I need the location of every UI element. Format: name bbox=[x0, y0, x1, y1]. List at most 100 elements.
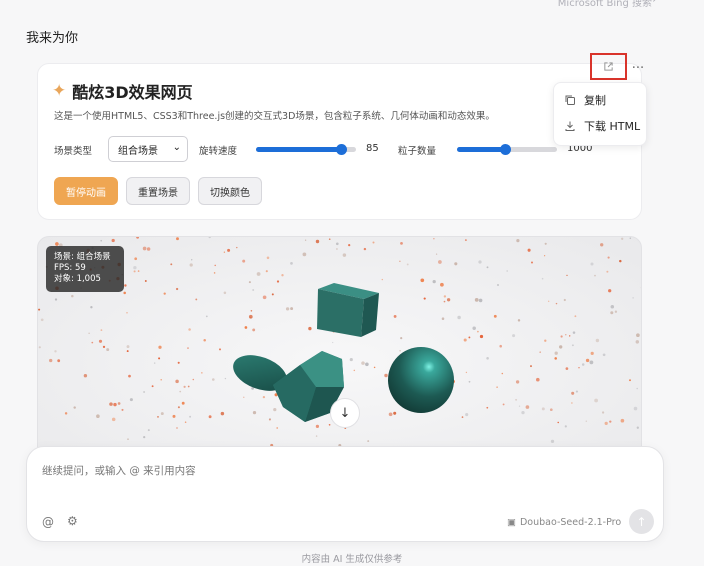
particle bbox=[223, 251, 226, 253]
composer-input[interactable]: 继续提问，或输入 @ 来引用内容 bbox=[42, 463, 196, 478]
particle bbox=[147, 429, 150, 432]
particle bbox=[176, 237, 179, 241]
scene-type-select[interactable]: 组合场景 ⌄ bbox=[108, 136, 188, 162]
particle bbox=[641, 240, 642, 241]
particle bbox=[433, 238, 435, 240]
particle bbox=[128, 374, 131, 378]
particle bbox=[252, 289, 255, 291]
particle bbox=[636, 426, 639, 429]
particle bbox=[73, 406, 76, 409]
send-button[interactable]: ↑ bbox=[629, 509, 654, 534]
sparkle-icon: ✦ bbox=[52, 80, 67, 101]
rotation-slider-thumb[interactable] bbox=[336, 144, 347, 155]
particle bbox=[189, 263, 193, 267]
particle bbox=[181, 401, 185, 405]
particle bbox=[151, 385, 154, 388]
particle bbox=[54, 350, 57, 353]
particle bbox=[544, 242, 547, 245]
particle bbox=[175, 287, 179, 291]
particle bbox=[594, 274, 596, 277]
arrow-down-icon: ↓ bbox=[339, 405, 351, 421]
particle bbox=[399, 260, 401, 262]
stats-panel: 场景: 组合场景 FPS: 59 对象: 1,005 bbox=[46, 246, 124, 292]
particle bbox=[569, 335, 571, 337]
particle bbox=[208, 415, 212, 419]
particle-slider-thumb[interactable] bbox=[500, 144, 511, 155]
particle bbox=[629, 237, 632, 239]
particle bbox=[268, 418, 271, 421]
menu-item-copy[interactable]: 复制 bbox=[564, 92, 606, 108]
particle bbox=[486, 357, 489, 360]
particle bbox=[71, 294, 74, 298]
particle bbox=[629, 379, 631, 382]
particle bbox=[201, 372, 203, 374]
rotation-speed-slider[interactable] bbox=[256, 144, 356, 155]
user-prompt: 我来为你 bbox=[26, 31, 79, 46]
scroll-down-button[interactable]: ↓ bbox=[330, 398, 360, 428]
particle bbox=[479, 334, 484, 339]
particle bbox=[620, 418, 625, 423]
particle bbox=[143, 391, 146, 393]
particle bbox=[126, 311, 128, 314]
particle bbox=[177, 406, 180, 409]
particle bbox=[281, 274, 284, 277]
particle bbox=[290, 307, 294, 311]
particle bbox=[478, 260, 482, 264]
particle bbox=[266, 256, 270, 260]
particle bbox=[571, 344, 574, 347]
particle-count-slider[interactable] bbox=[457, 144, 557, 155]
particle bbox=[315, 435, 318, 437]
particle bbox=[315, 424, 320, 429]
bing-search-hint[interactable]: Microsoft Bing 搜索 bbox=[558, 0, 652, 9]
particle bbox=[384, 373, 388, 378]
particle bbox=[400, 242, 403, 245]
particle bbox=[619, 259, 622, 263]
model-selector[interactable]: ▣ Doubao-Seed-2.1-Pro bbox=[507, 517, 621, 528]
cube-shape bbox=[317, 283, 379, 337]
pause-animation-button[interactable]: 暂停动画 bbox=[54, 177, 118, 205]
control-panel: 场景类型 组合场景 ⌄ 旋转速度 85 粒子数量 1000 bbox=[54, 136, 634, 162]
3d-scene-canvas bbox=[38, 237, 642, 465]
particle bbox=[636, 333, 640, 338]
settings-sliders-icon[interactable]: ⚙ bbox=[67, 514, 78, 528]
toggle-color-button[interactable]: 切换颜色 bbox=[198, 177, 262, 205]
particle bbox=[590, 351, 594, 355]
particle bbox=[123, 291, 126, 295]
menu-item-download[interactable]: 下载 HTML bbox=[564, 118, 640, 134]
particle bbox=[349, 358, 353, 362]
particle bbox=[531, 261, 533, 264]
reset-scene-button[interactable]: 重置场景 bbox=[126, 177, 190, 205]
particle bbox=[496, 386, 498, 388]
chevron-down-icon: ⌄ bbox=[172, 142, 181, 153]
particle bbox=[474, 298, 479, 302]
particle bbox=[205, 315, 208, 318]
particle bbox=[457, 315, 461, 320]
arrow-up-icon: ↑ bbox=[636, 514, 647, 529]
particle bbox=[189, 415, 192, 418]
at-mention-icon[interactable]: @ bbox=[42, 515, 54, 529]
particle bbox=[248, 314, 253, 319]
particle bbox=[539, 351, 541, 353]
particle bbox=[308, 326, 312, 331]
particle bbox=[493, 314, 497, 318]
chat-composer: 继续提问，或输入 @ 来引用内容 @ ⚙ ▣ Doubao-Seed-2.1-P… bbox=[26, 446, 664, 542]
particle bbox=[315, 239, 320, 244]
particle bbox=[302, 252, 307, 257]
particle bbox=[443, 300, 446, 303]
more-options-button[interactable]: ··· bbox=[628, 60, 648, 76]
particle bbox=[506, 270, 509, 272]
particle bbox=[486, 266, 489, 269]
open-external-button[interactable] bbox=[590, 53, 627, 80]
particle bbox=[214, 264, 216, 267]
particle bbox=[187, 385, 190, 388]
3d-scene-preview[interactable]: 场景: 组合场景 FPS: 59 对象: 1,005 ↓ bbox=[37, 236, 642, 466]
particle bbox=[127, 438, 129, 440]
particle bbox=[109, 402, 113, 406]
particle bbox=[96, 414, 100, 418]
particle bbox=[188, 328, 191, 331]
particle bbox=[560, 335, 563, 338]
particle bbox=[594, 398, 598, 403]
particle bbox=[446, 298, 451, 302]
particle bbox=[465, 371, 468, 374]
particle bbox=[332, 341, 334, 344]
